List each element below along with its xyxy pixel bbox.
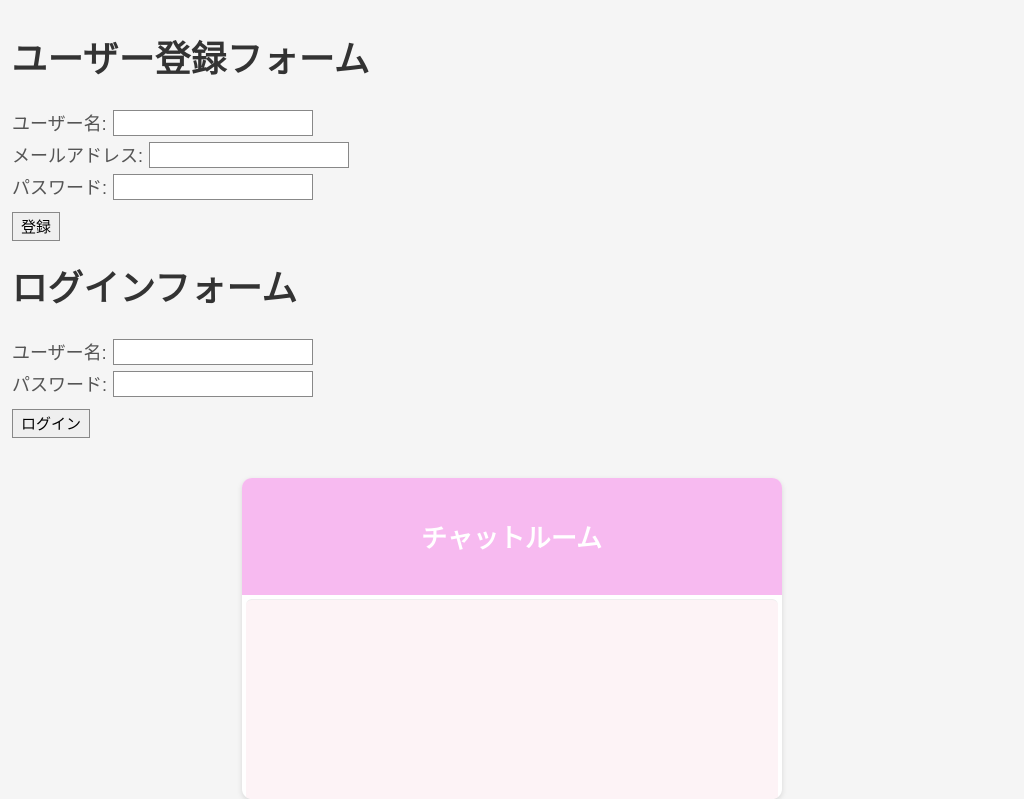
registration-password-label: パスワード: [12, 174, 107, 200]
register-button[interactable]: 登録 [12, 212, 60, 241]
registration-email-input[interactable] [149, 142, 349, 168]
login-form: ユーザー名: パスワード: ログイン [12, 339, 1012, 438]
registration-heading: ユーザー登録フォーム [12, 30, 1012, 82]
chat-room: チャットルーム [242, 478, 782, 799]
registration-username-label: ユーザー名: [12, 110, 107, 136]
login-button[interactable]: ログイン [12, 409, 90, 438]
chat-room-header: チャットルーム [242, 478, 782, 595]
registration-password-input[interactable] [113, 174, 313, 200]
login-username-label: ユーザー名: [12, 339, 107, 365]
registration-form: ユーザー名: メールアドレス: パスワード: 登録 [12, 110, 1012, 241]
registration-email-label: メールアドレス: [12, 142, 143, 168]
login-password-label: パスワード: [12, 371, 107, 397]
registration-username-input[interactable] [113, 110, 313, 136]
login-heading: ログインフォーム [12, 259, 1012, 311]
chat-room-body [246, 599, 778, 799]
login-username-input[interactable] [113, 339, 313, 365]
login-password-input[interactable] [113, 371, 313, 397]
